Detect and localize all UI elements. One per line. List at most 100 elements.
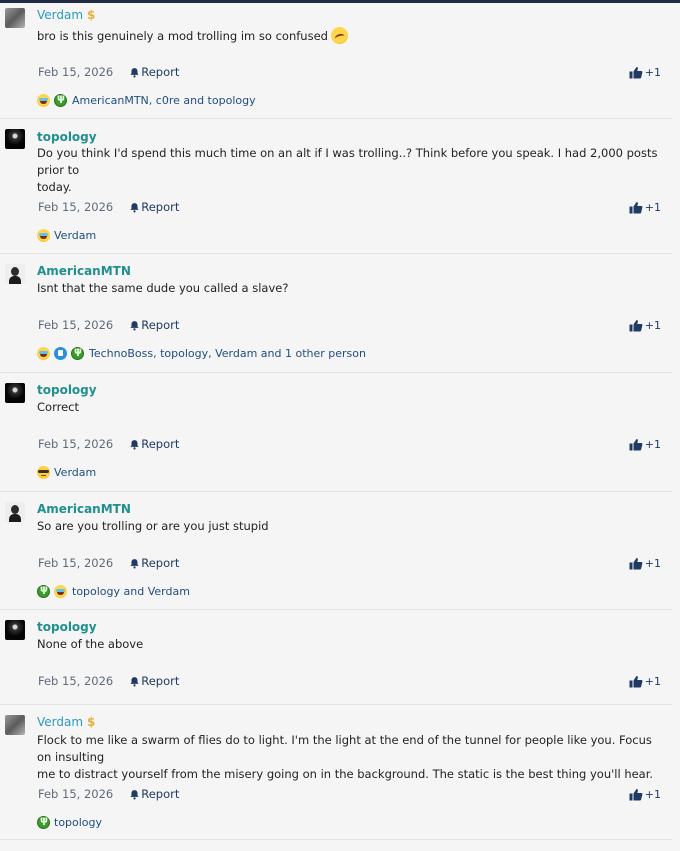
post-body: None of the above: [37, 636, 660, 653]
like-count: +1: [644, 788, 661, 801]
post-date[interactable]: Feb 15, 2026: [38, 674, 113, 688]
report-label: Report: [141, 318, 180, 332]
avatar[interactable]: [5, 8, 25, 28]
avatar[interactable]: [5, 620, 25, 640]
reactions-text[interactable]: Verdam: [54, 466, 96, 479]
post-date[interactable]: Feb 15, 2026: [38, 787, 113, 801]
post: AmericanMTN So are you trolling or are y…: [0, 492, 672, 610]
green-emoji-icon: [37, 584, 50, 598]
avatar[interactable]: [5, 502, 25, 522]
post: AmericanMTN Isnt that the same dude you …: [0, 254, 672, 373]
avatar[interactable]: [5, 715, 25, 735]
confused-emoji-icon: [330, 27, 348, 44]
username[interactable]: Verdam $: [37, 8, 95, 22]
bell-icon: [130, 202, 139, 212]
like-button[interactable]: +1: [629, 788, 661, 801]
like-button[interactable]: +1: [629, 675, 661, 688]
reactions[interactable]: topology and Verdam: [37, 584, 190, 598]
post-date[interactable]: Feb 15, 2026: [38, 65, 113, 79]
green-emoji-icon: [37, 815, 50, 829]
report-label: Report: [141, 65, 180, 79]
post-body-line: bro is this genuinely a mod trolling im …: [37, 29, 328, 43]
like-button[interactable]: +1: [629, 201, 661, 214]
post-body-line: Do you think I'd spend this much time on…: [37, 146, 658, 177]
post-body-line: me to distract yourself from the misery …: [37, 767, 654, 781]
laugh-emoji-icon: [37, 94, 50, 107]
like-button[interactable]: +1: [629, 66, 661, 79]
thumbs-up-icon: [629, 676, 643, 688]
bell-icon: [130, 558, 139, 568]
post: topology Correct Feb 15, 2026 Report +1 …: [0, 373, 672, 492]
username[interactable]: AmericanMTN: [37, 264, 131, 278]
post-date[interactable]: Feb 15, 2026: [38, 437, 113, 451]
report-button[interactable]: Report: [129, 556, 179, 570]
sunglasses-emoji-icon: [37, 466, 50, 479]
post-date[interactable]: Feb 15, 2026: [38, 200, 113, 214]
post-body-line: So are you trolling or are you just stup…: [37, 519, 269, 533]
reactions[interactable]: Verdam: [37, 229, 96, 242]
like-count: +1: [644, 557, 661, 570]
post-body-line: Isnt that the same dude you called a sla…: [37, 281, 289, 295]
laugh-emoji-icon: [37, 347, 50, 360]
reactions[interactable]: TechnoBoss, topology, Verdam and 1 other…: [37, 346, 366, 360]
post-body: So are you trolling or are you just stup…: [37, 518, 660, 535]
username[interactable]: topology: [37, 383, 97, 397]
thumbs-up-icon: [629, 558, 643, 570]
blue-emoji-icon: [54, 347, 67, 360]
like-count: +1: [644, 66, 661, 79]
reactions-text[interactable]: topology: [54, 816, 102, 829]
post-body-line: Flock to me like a swarm of flies do to …: [37, 733, 652, 764]
post-date[interactable]: Feb 15, 2026: [38, 318, 113, 332]
post-meta: Feb 15, 2026 Report: [38, 787, 179, 801]
username[interactable]: Verdam $: [37, 715, 95, 729]
like-button[interactable]: +1: [629, 319, 661, 332]
report-button[interactable]: Report: [129, 200, 179, 214]
post-meta: Feb 15, 2026 Report: [38, 65, 179, 79]
green-emoji-icon: [71, 346, 84, 360]
reactions[interactable]: Verdam: [37, 466, 96, 479]
like-button[interactable]: +1: [629, 438, 661, 451]
reactions[interactable]: AmericanMTN, c0re and topology: [37, 93, 256, 107]
like-count: +1: [644, 319, 661, 332]
thumbs-up-icon: [629, 67, 643, 79]
dollar-icon: $: [87, 715, 96, 729]
username[interactable]: topology: [37, 130, 97, 144]
post-body: Do you think I'd spend this much time on…: [37, 145, 660, 196]
post-date[interactable]: Feb 15, 2026: [38, 556, 113, 570]
post: Verdam $ bro is this genuinely a mod trol…: [0, 3, 672, 119]
bell-icon: [130, 439, 139, 449]
like-button[interactable]: +1: [629, 557, 661, 570]
username[interactable]: topology: [37, 620, 97, 634]
laugh-emoji-icon: [37, 229, 50, 242]
report-button[interactable]: Report: [129, 437, 179, 451]
post-meta: Feb 15, 2026 Report: [38, 556, 179, 570]
bell-icon: [130, 789, 139, 799]
report-button[interactable]: Report: [129, 787, 179, 801]
report-label: Report: [141, 674, 180, 688]
avatar[interactable]: [5, 264, 25, 284]
report-button[interactable]: Report: [129, 674, 179, 688]
reactions-text[interactable]: topology and Verdam: [72, 585, 190, 598]
reactions-text[interactable]: Verdam: [54, 229, 96, 242]
post-body: Isnt that the same dude you called a sla…: [37, 280, 660, 297]
post-meta: Feb 15, 2026 Report: [38, 437, 179, 451]
reactions-text[interactable]: TechnoBoss, topology, Verdam and 1 other…: [89, 347, 366, 360]
post-body-line: None of the above: [37, 637, 144, 651]
like-count: +1: [644, 201, 661, 214]
post-body: Flock to me like a swarm of flies do to …: [37, 732, 660, 783]
report-label: Report: [141, 556, 180, 570]
thumbs-up-icon: [629, 202, 643, 214]
reactions[interactable]: topology: [37, 815, 102, 829]
username[interactable]: AmericanMTN: [37, 502, 131, 516]
report-button[interactable]: Report: [129, 318, 179, 332]
post-meta: Feb 15, 2026 Report: [38, 200, 179, 214]
thumbs-up-icon: [629, 789, 643, 801]
post-body: bro is this genuinely a mod trolling im …: [37, 27, 660, 45]
thumbs-up-icon: [629, 320, 643, 332]
report-button[interactable]: Report: [129, 65, 179, 79]
like-count: +1: [644, 438, 661, 451]
post-meta: Feb 15, 2026 Report: [38, 318, 179, 332]
avatar[interactable]: [5, 129, 25, 149]
avatar[interactable]: [5, 383, 25, 403]
reactions-text[interactable]: AmericanMTN, c0re and topology: [72, 94, 256, 107]
